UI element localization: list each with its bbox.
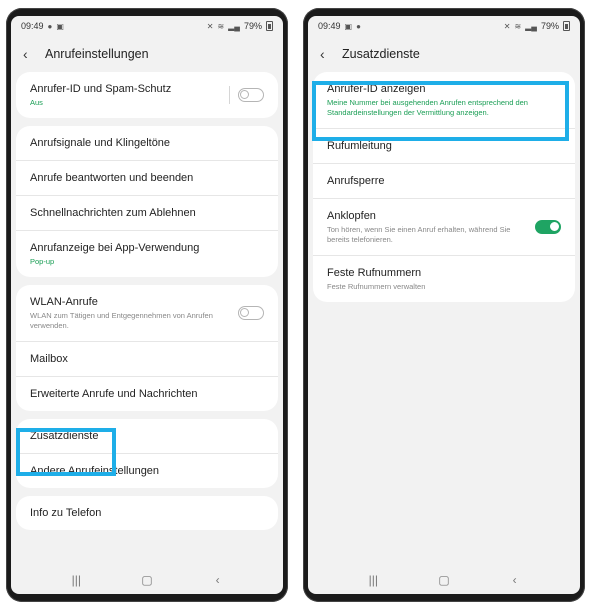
screen-call-settings: 09:49 ● ▣ ✕ ≋ ▂▄ 79% ‹ Anrufeinstellunge… <box>11 16 283 594</box>
page-title: Anrufeinstellungen <box>45 47 149 61</box>
setting-other-call-settings[interactable]: Andere Anrufeinstellungen <box>16 454 278 488</box>
setting-title: Anrufe beantworten und beenden <box>30 172 194 184</box>
setting-subtitle: Ton hören, wenn Sie einen Anruf erhalten… <box>327 225 511 244</box>
wifi-icon: ≋ <box>217 21 225 31</box>
setting-title: Andere Anrufeinstellungen <box>30 465 160 477</box>
home-icon[interactable]: ▢ <box>434 573 454 587</box>
setting-title: Anrufsperre <box>327 175 385 187</box>
setting-title: Erweiterte Anrufe und Nachrichten <box>30 388 198 400</box>
setting-mailbox[interactable]: Mailbox <box>16 342 278 377</box>
phone-frame-right: 09:49 ▣ ● ✕ ≋ ▂▄ 79% ‹ Zusatzdienste Anr… <box>303 8 585 602</box>
location-icon: ● <box>356 21 361 31</box>
wifi-calling-toggle[interactable] <box>238 306 264 320</box>
setting-ringtones[interactable]: Anrufsignale und Klingeltöne <box>16 126 278 161</box>
setting-title: Zusatzdienste <box>30 430 99 442</box>
settings-group-about: Info zu Telefon <box>16 496 278 530</box>
setting-subtitle: Meine Nummer bei ausgehenden Anrufen ent… <box>327 98 528 117</box>
image-notification-icon: ▣ <box>344 21 353 31</box>
caller-id-toggle[interactable] <box>238 88 264 102</box>
status-bar: 09:49 ● ▣ ✕ ≋ ▂▄ 79% <box>11 16 283 36</box>
settings-group-calls: Anrufsignale und Klingeltöne Anrufe bean… <box>16 126 278 277</box>
location-icon: ● <box>47 21 53 31</box>
app-bar: ‹ Zusatzdienste <box>308 36 580 72</box>
app-bar: ‹ Anrufeinstellungen <box>11 36 283 72</box>
setting-show-caller-id[interactable]: Anrufer-ID anzeigen Meine Nummer bei aus… <box>313 72 575 129</box>
setting-call-waiting[interactable]: Anklopfen Ton hören, wenn Sie einen Anru… <box>313 199 575 256</box>
signal-icon: ▂▄ <box>525 21 537 31</box>
setting-title: Anklopfen <box>327 210 376 222</box>
setting-call-display-in-apps[interactable]: Anrufanzeige bei App-Verwendung Pop-up <box>16 231 278 277</box>
battery-percent: 79% <box>540 21 559 31</box>
navigation-bar: ||| ▢ ‹ <box>308 566 580 594</box>
setting-fixed-dialing-numbers[interactable]: Feste Rufnummern Feste Rufnummern verwal… <box>313 256 575 302</box>
home-icon[interactable]: ▢ <box>137 573 157 587</box>
setting-title: Anrufanzeige bei App-Verwendung <box>30 242 200 254</box>
image-notification-icon: ▣ <box>56 21 64 31</box>
status-time: 09:49 <box>21 21 44 31</box>
setting-subtitle: Feste Rufnummern verwalten <box>327 282 426 291</box>
status-time: 09:49 <box>318 21 341 31</box>
setting-title: Schnellnachrichten zum Ablehnen <box>30 207 196 219</box>
settings-group-caller-id: Anrufer-ID und Spam-Schutz Aus <box>16 72 278 118</box>
phone-frame-left: 09:49 ● ▣ ✕ ≋ ▂▄ 79% ‹ Anrufeinstellunge… <box>6 8 288 602</box>
nav-back-icon[interactable]: ‹ <box>208 573 228 587</box>
battery-icon <box>266 21 273 31</box>
setting-subtitle: Pop-up <box>30 257 55 266</box>
setting-quick-decline-messages[interactable]: Schnellnachrichten zum Ablehnen <box>16 196 278 231</box>
setting-advanced-calls[interactable]: Erweiterte Anrufe und Nachrichten <box>16 377 278 411</box>
recent-apps-icon[interactable]: ||| <box>66 573 86 587</box>
settings-group-wifi-calls: WLAN-Anrufe WLAN zum Tätigen und Entgege… <box>16 285 278 411</box>
setting-title: Anrufsignale und Klingeltöne <box>30 137 171 149</box>
setting-title: Feste Rufnummern <box>327 267 422 279</box>
recent-apps-icon[interactable]: ||| <box>363 573 383 587</box>
setting-call-barring[interactable]: Anrufsperre <box>313 164 575 199</box>
chevron-left-icon[interactable]: ‹ <box>23 46 33 62</box>
setting-call-forwarding[interactable]: Rufumleitung <box>313 129 575 164</box>
settings-group-services: Zusatzdienste Andere Anrufeinstellungen <box>16 419 278 488</box>
setting-title: Mailbox <box>30 353 68 365</box>
divider <box>229 86 230 104</box>
setting-caller-id-spam[interactable]: Anrufer-ID und Spam-Schutz Aus <box>16 72 278 118</box>
screen-supplementary-services: 09:49 ▣ ● ✕ ≋ ▂▄ 79% ‹ Zusatzdienste Anr… <box>308 16 580 594</box>
navigation-bar: ||| ▢ ‹ <box>11 566 283 594</box>
signal-icon: ▂▄ <box>228 21 240 31</box>
mute-icon: ✕ <box>503 21 511 31</box>
call-waiting-toggle[interactable] <box>535 220 561 234</box>
battery-percent: 79% <box>243 21 262 31</box>
battery-icon <box>563 21 570 31</box>
setting-title: WLAN-Anrufe <box>30 296 98 308</box>
page-title: Zusatzdienste <box>342 47 420 61</box>
setting-supplementary-services[interactable]: Zusatzdienste <box>16 419 278 454</box>
setting-wifi-calling[interactable]: WLAN-Anrufe WLAN zum Tätigen und Entgege… <box>16 285 278 342</box>
status-bar: 09:49 ▣ ● ✕ ≋ ▂▄ 79% <box>308 16 580 36</box>
setting-answer-end-calls[interactable]: Anrufe beantworten und beenden <box>16 161 278 196</box>
setting-title: Info zu Telefon <box>30 507 102 519</box>
settings-group-supplementary: Anrufer-ID anzeigen Meine Nummer bei aus… <box>313 72 575 302</box>
setting-title: Rufumleitung <box>327 140 392 152</box>
setting-subtitle: WLAN zum Tätigen und Entgegennehmen von … <box>30 311 213 330</box>
chevron-left-icon[interactable]: ‹ <box>320 46 330 62</box>
wifi-icon: ≋ <box>514 21 522 31</box>
setting-about-phone[interactable]: Info zu Telefon <box>16 496 278 530</box>
setting-title: Anrufer-ID anzeigen <box>327 83 426 95</box>
mute-icon: ✕ <box>206 21 214 31</box>
setting-title: Anrufer-ID und Spam-Schutz <box>30 83 172 95</box>
setting-subtitle: Aus <box>30 98 43 107</box>
nav-back-icon[interactable]: ‹ <box>505 573 525 587</box>
